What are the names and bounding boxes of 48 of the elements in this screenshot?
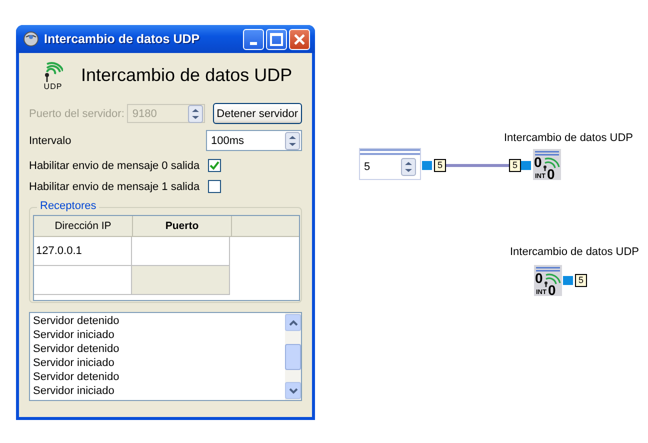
- log-entry: Servidor iniciado: [33, 384, 116, 398]
- antenna-icon: [43, 60, 63, 82]
- udp-label: UDP: [44, 82, 62, 90]
- window-title: Intercambio de datos UDP: [44, 32, 201, 46]
- log-entry: Servidor detenido: [33, 342, 120, 356]
- stop-server-button[interactable]: Detener servidor: [212, 103, 302, 124]
- app-heading: Intercambio de datos UDP: [81, 64, 292, 86]
- table-cell[interactable]: [34, 266, 132, 295]
- table-cell[interactable]: [132, 237, 230, 266]
- spinner-icon: [285, 132, 300, 150]
- scrollbar[interactable]: [285, 313, 301, 400]
- option-label: Habilitar envio de mensaje 0 salida: [29, 160, 200, 172]
- numeric-control[interactable]: 5: [360, 149, 420, 179]
- block-title: Intercambio de datos UDP: [510, 246, 640, 258]
- spinner-icon: [401, 158, 416, 176]
- wire-tag: 5: [509, 159, 521, 172]
- terminal-icon: [422, 161, 432, 170]
- wire-tag: 5: [434, 159, 446, 172]
- close-button[interactable]: [289, 28, 310, 50]
- log-entry: Servidor iniciado: [33, 328, 116, 342]
- table-cell[interactable]: [132, 266, 230, 295]
- globe-icon: [23, 31, 39, 47]
- close-icon: [293, 32, 306, 46]
- log-entry: Servidor detenido: [33, 370, 120, 384]
- checkbox[interactable]: [208, 159, 221, 172]
- spinner-icon: [188, 104, 203, 122]
- terminal-icon: [521, 161, 531, 170]
- interval-label: Intervalo: [29, 134, 72, 146]
- wire: [446, 164, 510, 167]
- minimize-button[interactable]: [243, 28, 264, 50]
- column-header[interactable]: Puerto: [133, 216, 232, 237]
- terminal-icon: [563, 276, 573, 285]
- checkbox[interactable]: [208, 180, 221, 193]
- block-title: Intercambio de datos UDP: [504, 132, 634, 144]
- log-entry: Servidor detenido: [33, 314, 120, 328]
- column-header-filler: [232, 216, 299, 237]
- table-cell[interactable]: 127.0.0.1: [34, 237, 132, 266]
- port-label: Puerto del servidor:: [29, 108, 124, 120]
- wire-tag: 5: [575, 274, 587, 287]
- scroll-up-icon[interactable]: [285, 314, 301, 331]
- log-entry: Servidor iniciado: [33, 356, 116, 370]
- option-label: Habilitar envio de mensaje 1 salida: [29, 180, 200, 192]
- scroll-down-icon[interactable]: [285, 382, 301, 399]
- interval-field[interactable]: 100ms: [206, 130, 302, 151]
- group-title: Receptores: [37, 200, 100, 212]
- maximize-button[interactable]: [266, 28, 287, 50]
- column-header[interactable]: Dirección IP: [34, 216, 133, 237]
- scroll-thumb[interactable]: [285, 344, 301, 370]
